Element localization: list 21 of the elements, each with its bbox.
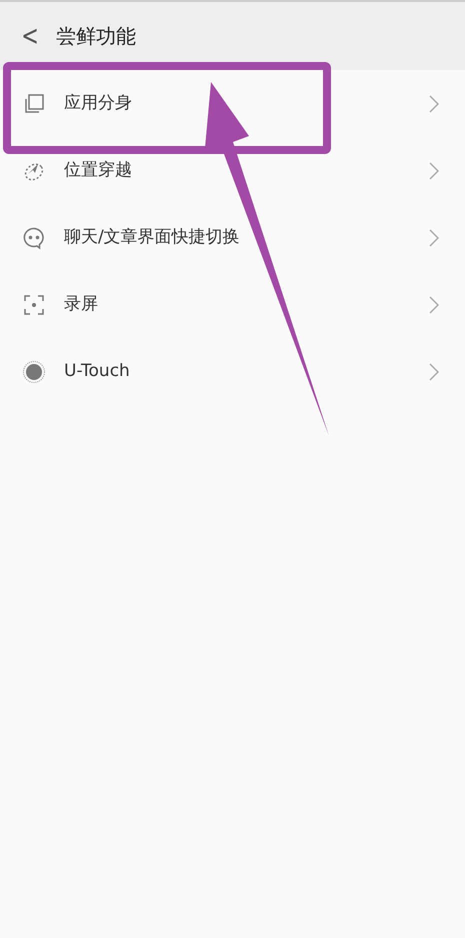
chevron-right-icon	[429, 362, 439, 380]
chat-bubble-icon	[22, 226, 46, 250]
screen-record-icon	[23, 294, 45, 316]
chevron-right-icon	[429, 296, 439, 314]
row-label: 聊天/文章界面快捷切换	[64, 226, 240, 249]
back-button[interactable]: <	[21, 21, 39, 51]
chevron-right-icon	[429, 228, 439, 246]
settings-row[interactable]: 位置穿越	[0, 137, 465, 204]
settings-row[interactable]: U-Touch	[0, 338, 465, 405]
touch-dot-icon	[22, 360, 46, 384]
page-title: 尝鲜功能	[56, 23, 136, 50]
settings-row[interactable]: 录屏	[0, 271, 465, 338]
chevron-right-icon	[429, 94, 439, 112]
row-label: 应用分身	[64, 92, 132, 115]
row-label: U-Touch	[64, 360, 130, 383]
settings-row[interactable]: 聊天/文章界面快捷切换	[0, 204, 465, 271]
settings-row[interactable]: 应用分身	[0, 70, 465, 137]
copy-icon	[23, 92, 45, 114]
chevron-right-icon	[429, 162, 439, 180]
row-label: 录屏	[64, 292, 98, 316]
row-label: 位置穿越	[64, 158, 132, 182]
